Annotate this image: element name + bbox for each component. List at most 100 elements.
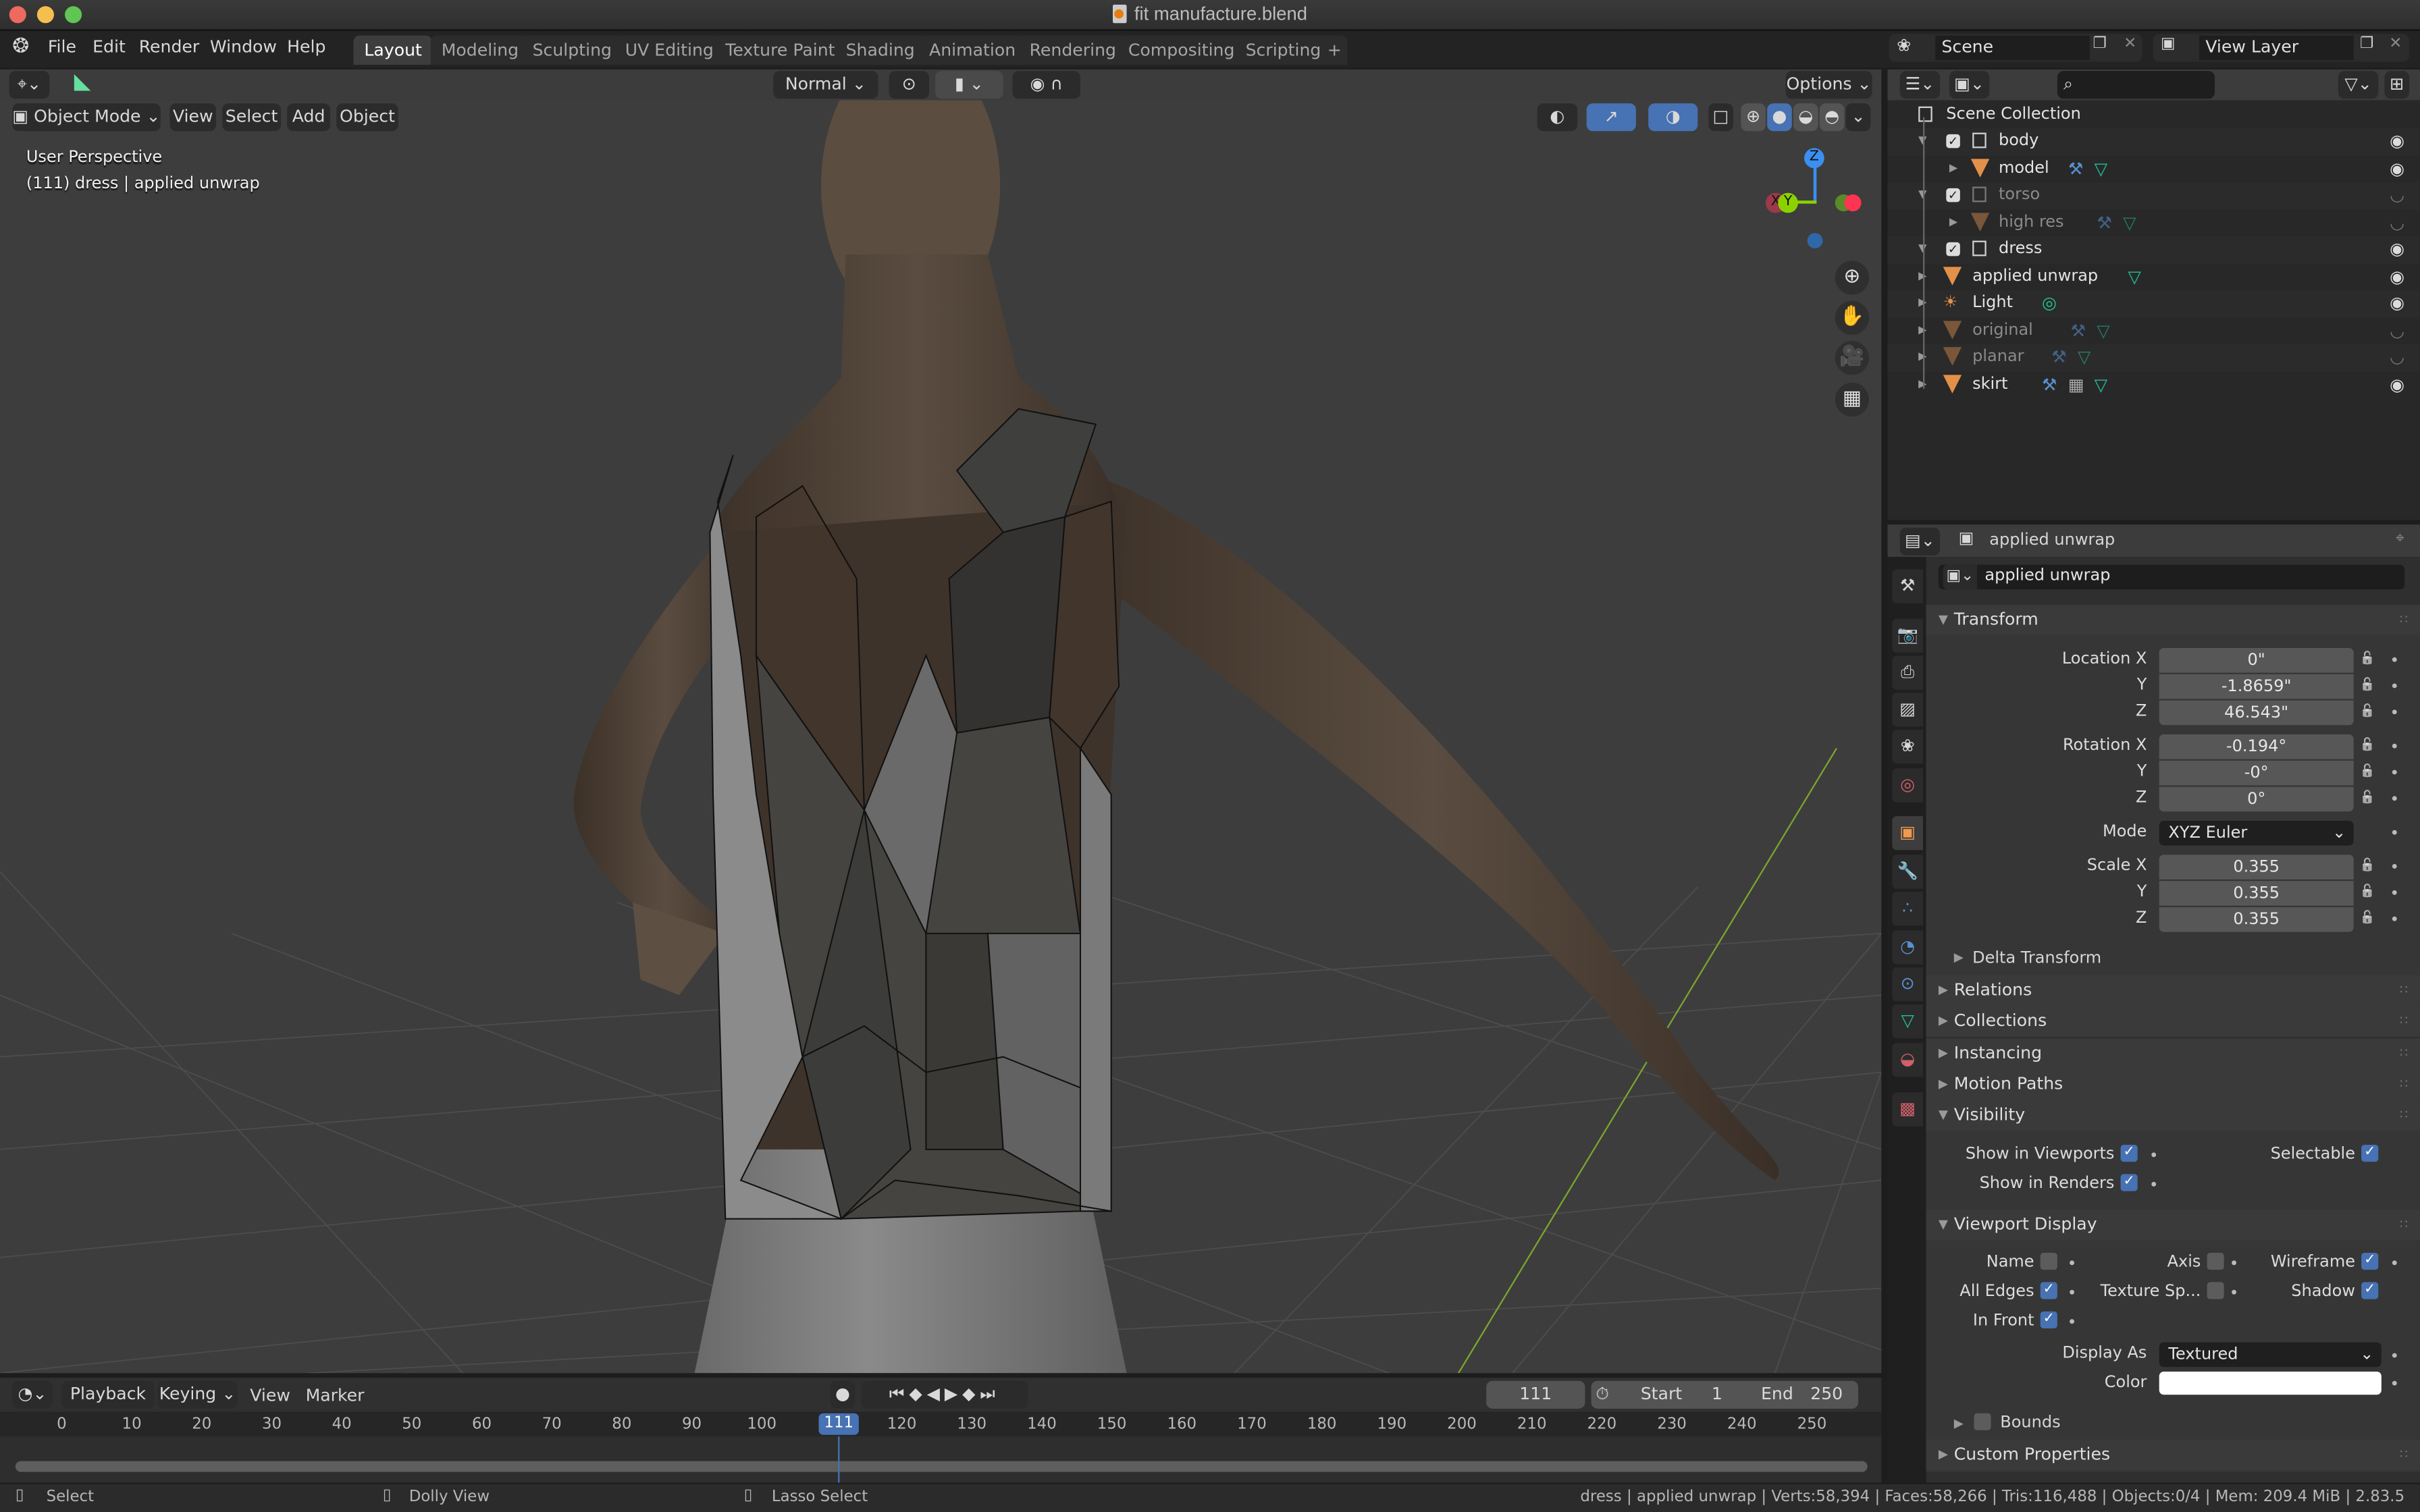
gizmo-neg-z-icon[interactable] [1807,233,1823,248]
scene-selector[interactable]: ❀ Scene ❐ ✕ [1889,34,2142,62]
timeline-editor[interactable]: ◔⌄ Playback ⌄ Keying ⌄ View Marker ● ⏮◆◀… [0,1378,1882,1483]
camera-icon[interactable]: 🎥 [1835,341,1869,375]
eye-icon[interactable]: ◉ [2390,236,2404,263]
outliner-row[interactable]: ▶original⚒▽◡ [1887,317,2420,344]
modifier-icon[interactable]: ⚒ [2070,317,2086,344]
tab-sculpting[interactable]: Sculpting [521,35,623,65]
record-button[interactable]: ● [830,1380,856,1409]
outliner[interactable]: Scene Collection ▼✓body◉▶model⚒▽◉▼✓torso… [1887,100,2420,520]
mesh-data-icon[interactable]: ▽ [2095,371,2107,398]
delete-scene-icon[interactable]: ✕ [2124,36,2136,53]
keyframe-dot-icon[interactable] [2392,890,2397,895]
particle-system-icon[interactable]: ▦ [2068,371,2084,398]
outliner-item-name[interactable]: skirt [1972,371,2007,398]
scale-x-field[interactable]: 0.355 [2159,855,2354,880]
mesh-data-icon[interactable]: ▽ [2097,317,2109,344]
visibility-panel-header[interactable]: ▼ Visibility ∷ [1926,1100,2420,1131]
keyframe-dot-icon[interactable] [2392,916,2397,921]
custom-properties-panel-header[interactable]: ▶ Custom Properties ∷ [1926,1439,2420,1471]
menu-render[interactable]: Render [139,37,200,57]
mesh-data-icon[interactable]: ▽ [2095,155,2107,182]
output-tab-icon[interactable]: ⎙ [1892,655,1923,690]
constraints-tab-icon[interactable]: ⊙ [1892,967,1923,1002]
mesh-data-icon[interactable]: ▽ [2078,344,2090,371]
eye-icon[interactable]: ◉ [2390,290,2404,317]
drag-grip-icon[interactable]: ∷ [2400,1100,2408,1131]
render-tab-icon[interactable]: 📷 [1892,618,1923,653]
blender-logo-icon[interactable]: ❂ [12,36,29,59]
unlock-icon[interactable]: 🔓 [2360,651,2375,666]
particles-tab-icon[interactable]: ∴ [1892,892,1923,926]
world-tab-icon[interactable]: ◎ [1892,768,1923,803]
tab-animation[interactable]: Animation [918,35,1027,65]
menu-help[interactable]: Help [287,37,325,57]
scale-y-field[interactable]: 0.355 [2159,881,2354,906]
data-tab-icon[interactable]: ▽ [1892,1004,1923,1039]
keying-menu[interactable]: Keying ⌄ [157,1380,238,1409]
viewport-menu-object[interactable]: Object [336,103,398,132]
modifier-icon[interactable]: ⚒ [2042,371,2057,398]
modifier-icon[interactable]: ⚒ [2097,209,2112,236]
properties-editor-type-dropdown[interactable]: ▤⌄ [1899,527,1941,556]
drag-grip-icon[interactable]: ∷ [2400,605,2408,636]
viewport-display-panel-header[interactable]: ▼ Viewport Display ∷ [1926,1209,2420,1241]
tab-modeling[interactable]: Modeling [430,35,530,65]
in-front-checkbox[interactable]: ✓ [2040,1311,2057,1328]
eye-icon[interactable]: ◉ [2390,263,2404,290]
texture-space-checkbox[interactable] [2207,1282,2224,1299]
display-name-checkbox[interactable] [2040,1252,2057,1270]
modifier-icon[interactable]: ⚒ [2051,344,2067,371]
outliner-row[interactable]: ▶skirt⚒▦▽◉ [1887,371,2420,398]
eye-icon[interactable]: ◉ [2390,128,2404,155]
rotation-y-field[interactable]: -0° [2159,760,2354,786]
exclude-checkbox[interactable]: ✓ [1946,188,1960,202]
expand-arrow-icon[interactable]: ▶ [1949,155,1957,182]
keyframe-dot-icon[interactable] [2392,830,2397,835]
outliner-editor-type-dropdown[interactable]: ☰⌄ [1899,71,1941,99]
all-edges-checkbox[interactable]: ✓ [2040,1282,2057,1299]
viewport-menu-view[interactable]: View [169,103,216,132]
tab-uv-editing[interactable]: UV Editing [614,35,725,65]
outliner-item-name[interactable]: Light [1972,290,2013,317]
timeline-scrollbar[interactable] [15,1461,1868,1472]
grid-icon[interactable]: ▦ [1835,382,1869,417]
shading-material-button[interactable]: ◒ [1793,103,1818,132]
gizmo-z-icon[interactable]: Z [1804,148,1824,169]
timeline-body[interactable] [0,1436,1882,1483]
drag-grip-icon[interactable]: ∷ [2400,1037,2408,1069]
display-mode-dropdown[interactable]: ▣⌄ [1949,71,1990,99]
outliner-row[interactable]: ▼✓torso◡ [1887,182,2420,209]
keyframe-dot-icon[interactable] [2392,770,2397,775]
keyframe-dot-icon[interactable] [2151,1181,2157,1187]
mode-dropdown[interactable]: ▣ Object Mode ⌄ [12,103,161,132]
delta-transform-subpanel[interactable]: ▶ Delta Transform [1926,944,2420,975]
unlock-icon[interactable]: 🔓 [2360,677,2375,691]
outliner-item-name[interactable]: original [1972,317,2033,344]
eye-closed-icon[interactable]: ◡ [2390,182,2404,209]
collapsed-panel-header[interactable]: ▶ Motion Paths ∷ [1926,1069,2420,1100]
expand-arrow-icon[interactable]: ▶ [1954,1416,1964,1430]
prev-keyframe-icon[interactable]: ◆ [909,1384,926,1404]
zoom-in-icon[interactable]: ⊕ [1835,261,1869,295]
outliner-item-name[interactable]: planar [1972,344,2024,371]
keyframe-dot-icon[interactable] [2392,796,2397,801]
selectable-checkbox[interactable]: ✓ [2361,1144,2379,1162]
scene-name-field[interactable]: Scene [1935,35,2090,61]
bounds-checkbox[interactable] [1974,1413,1991,1430]
new-collection-button[interactable]: ⊞ [2384,71,2409,99]
shading-wireframe-button[interactable]: ⊕ [1741,103,1766,132]
display-as-dropdown[interactable]: Textured ⌄ [2159,1342,2382,1368]
tab-shading[interactable]: Shading [835,35,926,65]
frame-ruler[interactable]: 0 10 20 30 40 50 60 70 80 90 100 111 120 130 140 150 160… [0,1411,1882,1436]
outliner-item-name[interactable]: dress [1999,236,2042,263]
tab-rendering[interactable]: Rendering [1018,35,1127,65]
location-y-field[interactable]: -1.8659" [2159,674,2354,699]
transform-panel-header[interactable]: ▼ Transform ∷ [1926,604,2420,636]
collapsed-panel-header[interactable]: ▶ Instancing ∷ [1926,1037,2420,1069]
gizmo-y-icon[interactable]: Y [1778,192,1798,213]
display-wireframe-checkbox[interactable]: ✓ [2361,1252,2379,1270]
hand-icon[interactable]: ✋ [1835,300,1869,335]
light-data-icon[interactable]: ◎ [2042,290,2057,317]
unlock-icon[interactable]: 🔓 [2360,884,2375,898]
eye-icon[interactable]: ◉ [2390,155,2404,182]
